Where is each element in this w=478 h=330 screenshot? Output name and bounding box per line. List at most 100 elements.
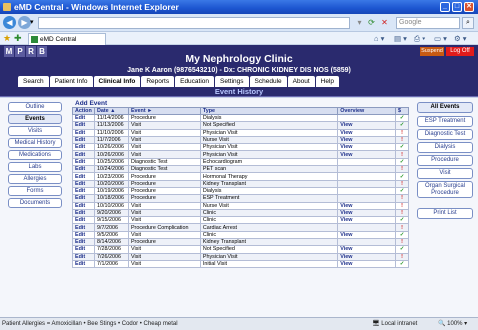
refresh-icon[interactable]: ⟳: [366, 17, 377, 28]
home-icon[interactable]: ⌂ ▾: [374, 32, 384, 45]
row-edit-link[interactable]: Edit: [72, 157, 95, 167]
row-view-link[interactable]: View: [337, 150, 397, 159]
row-type: Physician Visit: [199, 143, 339, 152]
row-edit-link[interactable]: Edit: [72, 259, 95, 269]
sidebar-item-outline[interactable]: Outline: [8, 102, 62, 112]
print-icon[interactable]: ⎙ ▾: [414, 32, 425, 45]
col-date[interactable]: Date ▲: [93, 107, 129, 115]
minimize-button[interactable]: _: [440, 2, 450, 12]
col-event[interactable]: Event ►: [127, 107, 201, 115]
row-edit-link[interactable]: Edit: [72, 150, 95, 159]
row-view-link[interactable]: View: [337, 121, 397, 130]
row-view-link[interactable]: View: [337, 259, 397, 269]
row-event: Visit: [127, 208, 201, 218]
filter-dialysis[interactable]: Dialysis: [417, 142, 473, 153]
sidebar-item-forms[interactable]: Forms: [8, 186, 62, 196]
log-off-button[interactable]: Log Off: [446, 47, 474, 56]
row-edit-link[interactable]: Edit: [72, 194, 95, 203]
row-view-link[interactable]: View: [337, 208, 397, 218]
row-date: 10/19/2006: [93, 186, 129, 196]
tools-menu-icon[interactable]: ⚙ ▾: [454, 32, 467, 45]
chevron-down-icon[interactable]: ▾: [30, 16, 34, 29]
sidebar-item-labs[interactable]: Labs: [8, 162, 62, 172]
sidebar-item-documents[interactable]: Documents: [8, 198, 62, 208]
page-menu-icon[interactable]: ▭ ▾: [434, 32, 447, 45]
row-edit-link[interactable]: Edit: [72, 172, 95, 181]
suspend-button[interactable]: Suspend: [420, 47, 444, 56]
tab-patient-info[interactable]: Patient Info: [49, 76, 93, 87]
tab-search[interactable]: Search: [18, 76, 49, 87]
filter-esp-treatment[interactable]: ESP Treatment: [417, 116, 473, 127]
row-date: 10/20/2006: [93, 179, 129, 188]
print-list-button[interactable]: Print List: [417, 208, 473, 219]
row-edit-link[interactable]: Edit: [72, 186, 95, 196]
feeds-icon[interactable]: ▤ ▾: [394, 32, 407, 45]
row-edit-link[interactable]: Edit: [72, 113, 95, 123]
row-edit-link[interactable]: Edit: [72, 208, 95, 218]
row-type: Dialysis: [199, 113, 339, 123]
add-event-link[interactable]: Add Event: [75, 100, 107, 107]
row-edit-link[interactable]: Edit: [72, 216, 95, 225]
row-view-link[interactable]: View: [337, 252, 397, 261]
row-edit-link[interactable]: Edit: [72, 165, 95, 174]
sidebar-item-events[interactable]: Events: [8, 114, 62, 124]
row-event: Procedure: [127, 186, 201, 196]
tab-education[interactable]: Education: [175, 76, 215, 87]
row-edit-link[interactable]: Edit: [72, 245, 95, 254]
tab-favicon-icon: [31, 36, 38, 43]
sidebar-item-medications[interactable]: Medications: [8, 150, 62, 160]
filter-diagnostic-test[interactable]: Diagnostic Test: [417, 129, 473, 140]
tab-help[interactable]: Help: [315, 76, 340, 87]
row-edit-link[interactable]: Edit: [72, 201, 95, 210]
row-edit-link[interactable]: Edit: [72, 143, 95, 152]
row-view-link[interactable]: View: [337, 201, 397, 210]
search-icon[interactable]: ⌕: [462, 17, 474, 29]
events-table: Action Date ▲ Event ► Type Overview $ Ed…: [72, 107, 409, 269]
zoom-level[interactable]: 🔍 100% ▾: [438, 318, 467, 330]
add-favorite-icon[interactable]: ✚: [14, 32, 22, 45]
tab-clinical-info[interactable]: Clinical Info: [93, 76, 141, 87]
row-view-link[interactable]: View: [337, 143, 397, 152]
browser-tab[interactable]: eMD Central: [28, 33, 106, 45]
search-input[interactable]: Google: [396, 17, 460, 29]
filter-procedure[interactable]: Procedure: [417, 155, 473, 166]
row-edit-link[interactable]: Edit: [72, 121, 95, 130]
close-button[interactable]: ✕: [464, 2, 474, 12]
row-edit-link[interactable]: Edit: [72, 135, 95, 145]
row-view-link[interactable]: View: [337, 128, 397, 137]
row-view-link[interactable]: View: [337, 135, 397, 145]
row-view-link[interactable]: View: [337, 245, 397, 254]
favorites-star-icon[interactable]: ★: [3, 32, 11, 45]
sidebar-item-medical-history[interactable]: Medical History: [8, 138, 62, 148]
row-edit-link[interactable]: Edit: [72, 179, 95, 188]
row-edit-link[interactable]: Edit: [72, 252, 95, 261]
row-view-link: [337, 223, 397, 232]
row-edit-link[interactable]: Edit: [72, 238, 95, 247]
maximize-button[interactable]: □: [452, 2, 462, 12]
row-view-link[interactable]: View: [337, 216, 397, 225]
tab-settings[interactable]: Settings: [215, 76, 249, 87]
url-input[interactable]: [38, 17, 350, 29]
row-view-link[interactable]: View: [337, 230, 397, 240]
row-status: ✓: [395, 157, 409, 167]
filter-organ-surgical-procedure[interactable]: Organ Surgical Procedure: [417, 181, 473, 198]
row-edit-link[interactable]: Edit: [72, 223, 95, 232]
row-event: Visit: [127, 128, 201, 137]
table-row: Edit 9/20/2006 Visit Clinic View!: [72, 208, 409, 218]
table-row: Edit 9/5/2006 Visit Clinic View ✓: [72, 230, 409, 240]
tab-schedule[interactable]: Schedule: [249, 76, 287, 87]
row-status: ✓: [395, 245, 409, 254]
tab-reports[interactable]: Reports: [141, 76, 175, 87]
row-edit-link[interactable]: Edit: [72, 230, 95, 240]
row-date: 9/7/2006: [93, 223, 129, 232]
sidebar-item-allergies[interactable]: Allergies: [8, 174, 62, 184]
sidebar-item-visits[interactable]: Visits: [8, 126, 62, 136]
tab-about[interactable]: About: [287, 76, 315, 87]
row-date: 10/10/2006: [93, 201, 129, 210]
dropdown-icon[interactable]: ▾: [354, 17, 365, 28]
stop-icon[interactable]: ✕: [379, 17, 390, 28]
row-edit-link[interactable]: Edit: [72, 128, 95, 137]
filter-all-events[interactable]: All Events: [417, 102, 473, 113]
back-button[interactable]: ◀: [3, 16, 16, 29]
filter-visit[interactable]: Visit: [417, 168, 473, 179]
